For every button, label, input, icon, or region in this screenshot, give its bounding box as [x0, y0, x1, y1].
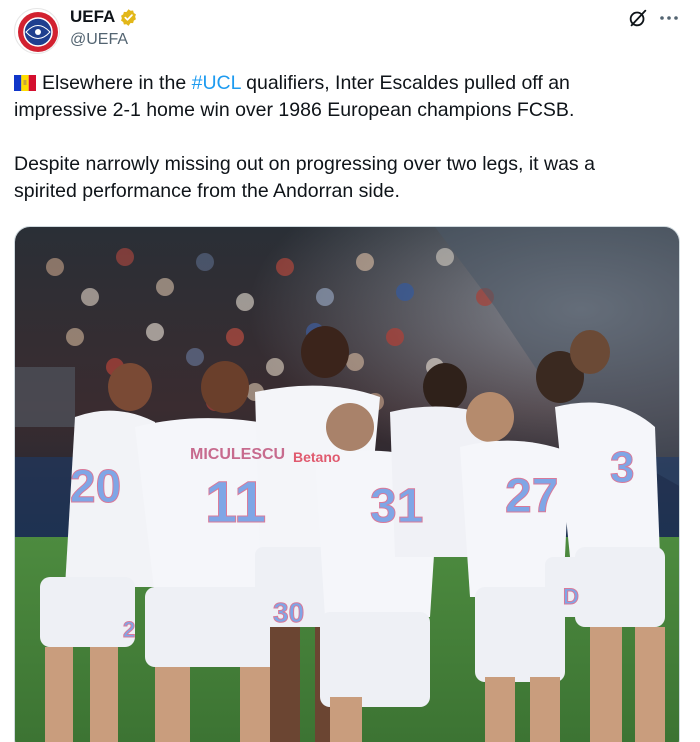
tweet-header: UEFA @UEFA	[0, 0, 700, 64]
shorts-number-30: 30	[273, 597, 304, 628]
shorts-letter-d: D	[563, 584, 579, 609]
andorra-flag-icon	[14, 72, 36, 91]
hashtag-ucl-link[interactable]: #UCL	[192, 72, 241, 94]
shirt-number-11: 11	[205, 470, 266, 535]
tweet-line-1-post: qualifiers, Inter Escaldes pulled off an	[240, 72, 570, 94]
shirt-sponsor: Betano	[293, 449, 340, 465]
shirt-number-3: 3	[610, 443, 634, 492]
verified-badge-icon	[119, 8, 138, 27]
tweet-photo[interactable]: 20 MICULESCU 11 Betano 31 27 3 30 2 D	[14, 226, 680, 742]
shirt-number-31: 31	[370, 480, 423, 533]
tweet-line-1-pre: Elsewhere in the	[42, 72, 192, 94]
tweet-line-2: impressive 2-1 home win over 1986 Europe…	[14, 99, 575, 121]
shirt-name-miculescu: MICULESCU	[190, 446, 285, 463]
shirt-number-27: 27	[505, 470, 558, 523]
author-display-name[interactable]: UEFA	[70, 7, 115, 27]
grok-icon[interactable]	[627, 7, 649, 29]
more-options-icon[interactable]	[658, 10, 680, 26]
shorts-number-2: 2	[123, 617, 135, 642]
tweet-line-3: Despite narrowly missing out on progress…	[14, 153, 595, 175]
uefa-logo-icon[interactable]	[14, 8, 60, 54]
tweet-line-4: spirited performance from the Andorran s…	[14, 180, 400, 202]
tweet-line-1: Elsewhere in the #UCL qualifiers, Inter …	[14, 70, 686, 97]
tweet-text: Elsewhere in the #UCL qualifiers, Inter …	[14, 70, 686, 205]
shirt-number-20: 20	[70, 460, 121, 512]
author-handle[interactable]: @UEFA	[70, 31, 128, 49]
